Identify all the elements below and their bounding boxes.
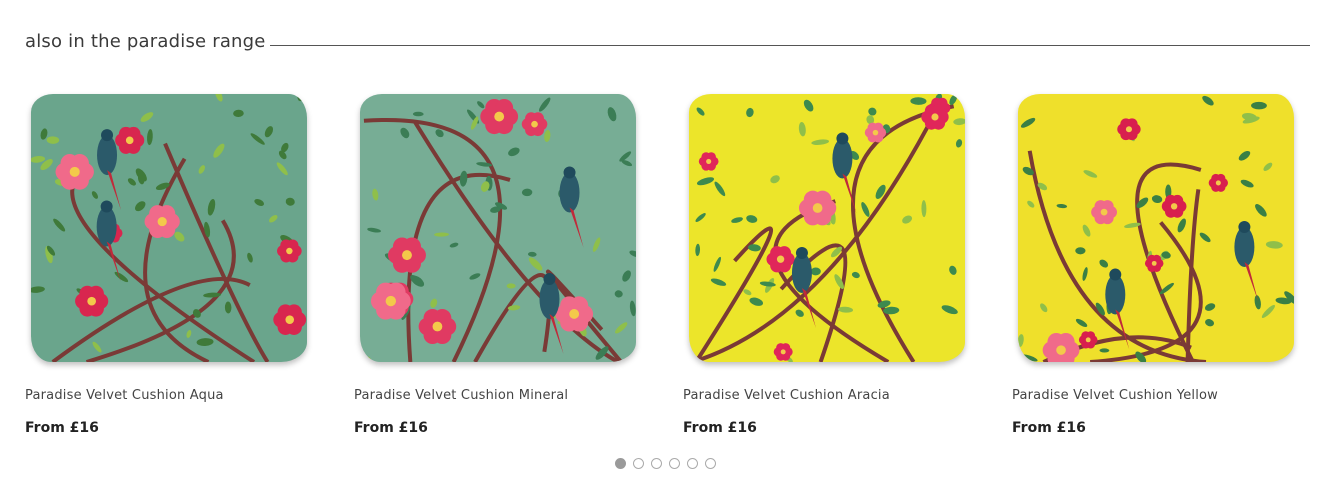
cushion-picture — [1018, 94, 1294, 362]
carousel-dot[interactable] — [615, 458, 626, 469]
product-image[interactable] — [1012, 88, 1302, 370]
product-price: From £16 — [354, 420, 428, 436]
product-name[interactable]: Paradise Velvet Cushion Mineral — [354, 388, 568, 403]
carousel-dot[interactable] — [651, 458, 662, 469]
carousel-dot[interactable] — [633, 458, 644, 469]
product-card[interactable]: Paradise Velvet Cushion Aqua From £16 — [25, 88, 325, 436]
carousel-dot[interactable] — [705, 458, 716, 469]
product-card[interactable]: Paradise Velvet Cushion Aracia From £16 — [683, 88, 983, 436]
cushion-picture — [689, 94, 965, 362]
cushion-picture — [31, 94, 307, 362]
product-image[interactable] — [683, 88, 973, 370]
product-name[interactable]: Paradise Velvet Cushion Yellow — [1012, 388, 1218, 403]
product-name[interactable]: Paradise Velvet Cushion Aracia — [683, 388, 890, 403]
product-price: From £16 — [25, 420, 99, 436]
product-price: From £16 — [683, 420, 757, 436]
product-card[interactable]: Paradise Velvet Cushion Mineral From £16 — [354, 88, 654, 436]
product-card[interactable]: Paradise Velvet Cushion Yellow From £16 — [1012, 88, 1312, 436]
product-carousel: Paradise Velvet Cushion Aqua From £16 Pa… — [0, 0, 1338, 484]
carousel-dot[interactable] — [687, 458, 698, 469]
product-price: From £16 — [1012, 420, 1086, 436]
carousel-dot[interactable] — [669, 458, 680, 469]
product-image[interactable] — [25, 88, 315, 370]
product-name[interactable]: Paradise Velvet Cushion Aqua — [25, 388, 224, 403]
carousel-pagination — [615, 458, 716, 469]
cushion-picture — [360, 94, 636, 362]
product-image[interactable] — [354, 88, 644, 370]
